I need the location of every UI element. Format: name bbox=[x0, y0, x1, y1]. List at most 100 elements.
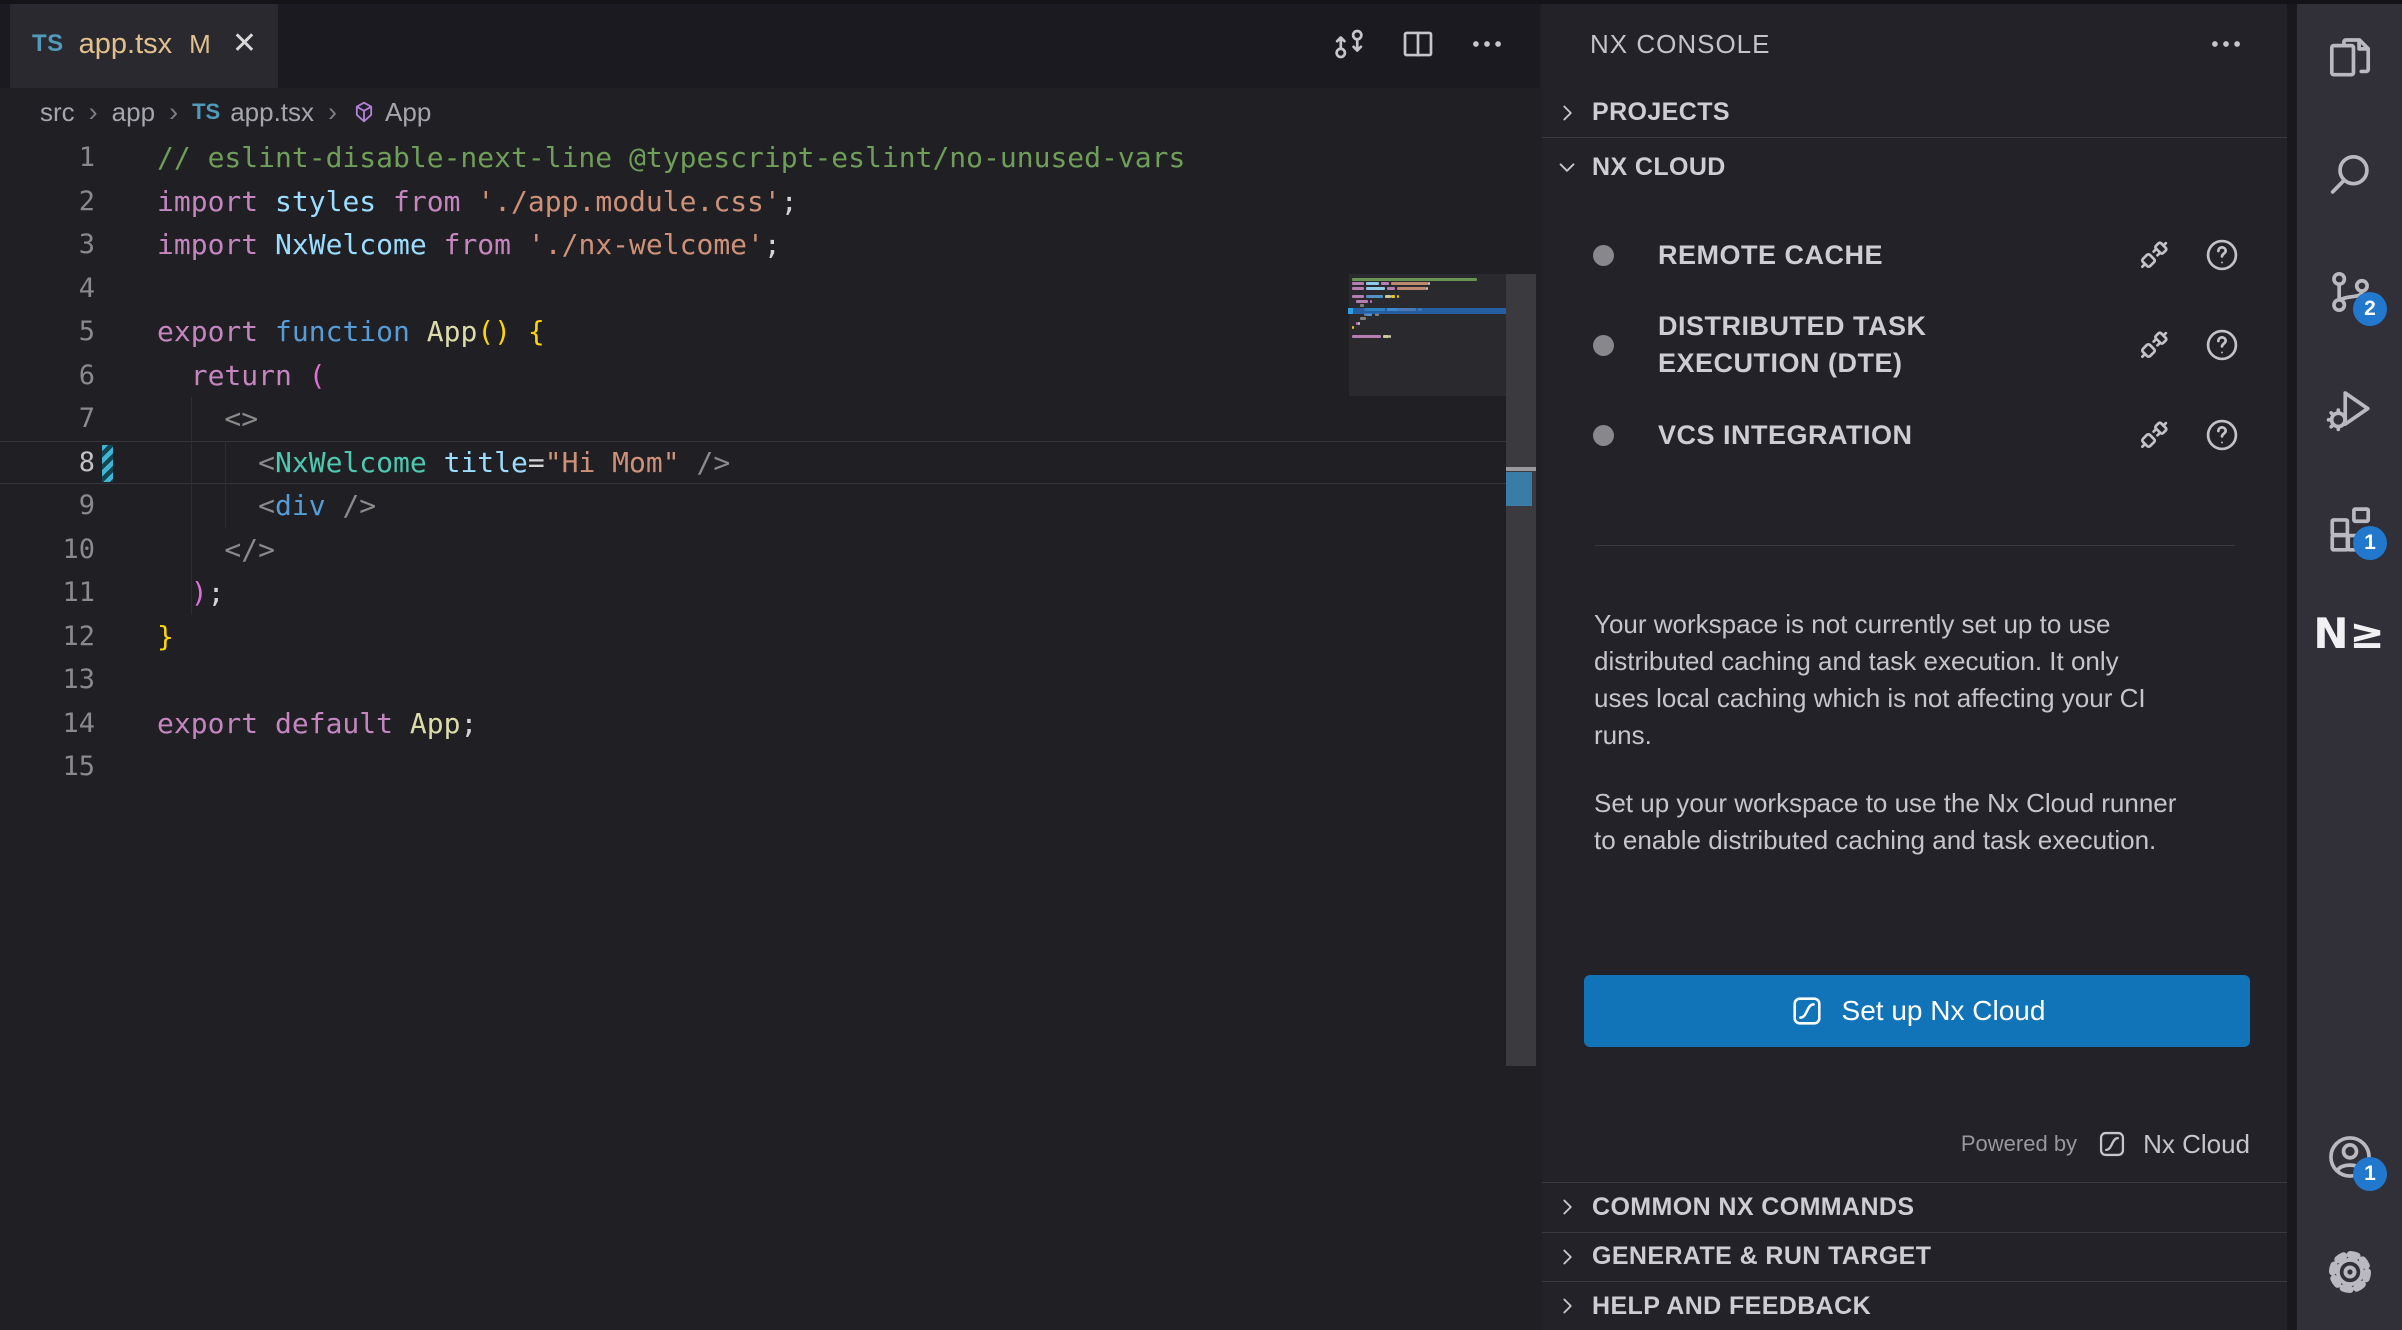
activity-item-source-control[interactable]: 2 bbox=[2297, 262, 2402, 322]
section-common-nx-commands[interactable]: COMMON NX COMMANDS bbox=[1542, 1182, 2287, 1232]
code-editor[interactable]: 1// eslint-disable-next-line @typescript… bbox=[0, 136, 1540, 1330]
window-top-border bbox=[0, 0, 2402, 4]
code-line-13[interactable]: 13 bbox=[0, 658, 1185, 702]
code-line-10[interactable]: 10 </> bbox=[0, 528, 1185, 572]
feature-label: REMOTE CACHE bbox=[1658, 237, 2018, 274]
chevron-down-icon bbox=[1554, 154, 1580, 180]
code-line-6[interactable]: 6 return ( bbox=[0, 354, 1185, 398]
nx-console-panel: NX CONSOLE PROJECTS NX CLOUD REMOTE CACH… bbox=[1542, 0, 2287, 1330]
code-line-8[interactable]: 8 <NxWelcome title="Hi Mom" /> bbox=[0, 441, 1185, 485]
line-number: 6 bbox=[0, 360, 95, 391]
code-line-14[interactable]: 14 export default App; bbox=[0, 702, 1185, 746]
line-number: 15 bbox=[0, 751, 95, 782]
section-label: GENERATE & RUN TARGET bbox=[1592, 1242, 1931, 1271]
breadcrumb-label: App bbox=[385, 97, 431, 128]
minimap[interactable] bbox=[1352, 278, 1506, 398]
code-line-11[interactable]: 11 ); bbox=[0, 571, 1185, 615]
editor-scrollbar[interactable] bbox=[1506, 274, 1536, 1066]
breadcrumb-item-app[interactable]: app bbox=[112, 97, 155, 128]
code-text: } bbox=[157, 620, 174, 653]
feature-row-vcs-integration: VCS INTEGRATION bbox=[1542, 402, 2287, 468]
code-line-15[interactable]: 15 bbox=[0, 745, 1185, 789]
code-text: <div /> bbox=[157, 489, 376, 522]
feature-row-remote-cache: REMOTE CACHE bbox=[1542, 222, 2287, 288]
status-bullet bbox=[1593, 425, 1614, 446]
description-paragraph: Your workspace is not currently set up t… bbox=[1594, 606, 2180, 754]
search-icon bbox=[2324, 149, 2376, 201]
chevron-right-icon bbox=[1554, 1194, 1580, 1220]
activity-item-search[interactable] bbox=[2297, 145, 2402, 205]
code-text: export function App() { bbox=[157, 315, 545, 348]
code-line-1[interactable]: 1// eslint-disable-next-line @typescript… bbox=[0, 136, 1185, 180]
code-text: export default App; bbox=[157, 707, 477, 740]
more-actions-icon[interactable] bbox=[1466, 23, 1508, 65]
feature-row-distributed-task-execution-dte-: DISTRIBUTED TASK EXECUTION (DTE) bbox=[1542, 296, 2287, 394]
modified-badge: M bbox=[189, 29, 211, 60]
badge-count: 1 bbox=[2353, 526, 2387, 560]
panel-more-actions-icon[interactable] bbox=[2205, 23, 2247, 65]
code-lines: 1// eslint-disable-next-line @typescript… bbox=[0, 136, 1185, 789]
badge-count: 2 bbox=[2353, 292, 2387, 326]
code-text: import styles from './app.module.css'; bbox=[157, 185, 798, 218]
tab-app-tsx[interactable]: TS app.tsx M ✕ bbox=[10, 0, 278, 88]
help-icon[interactable] bbox=[2203, 236, 2241, 274]
connect-icon[interactable] bbox=[2135, 236, 2173, 274]
powered-by-nx-cloud[interactable]: Powered by Nx Cloud bbox=[1961, 1122, 2250, 1166]
minimap-modified-marker bbox=[1348, 308, 1353, 314]
section-projects[interactable]: PROJECTS bbox=[1542, 88, 2287, 138]
breadcrumb-item-app[interactable]: App bbox=[351, 97, 431, 128]
code-line-4[interactable]: 4 bbox=[0, 267, 1185, 311]
code-line-2[interactable]: 2import styles from './app.module.css'; bbox=[0, 180, 1185, 224]
breadcrumb: src›app›TSapp.tsx›App bbox=[0, 88, 1540, 136]
activity-item-settings[interactable] bbox=[2297, 1242, 2402, 1302]
button-label: Set up Nx Cloud bbox=[1842, 995, 2046, 1027]
chevron-right-icon bbox=[1554, 100, 1580, 126]
section-generate-run-target[interactable]: GENERATE & RUN TARGET bbox=[1542, 1232, 2287, 1282]
modified-line-gutter-marker bbox=[102, 445, 113, 482]
line-number: 5 bbox=[0, 316, 95, 347]
section-label: PROJECTS bbox=[1592, 98, 1730, 127]
code-line-5[interactable]: 5 export function App() { bbox=[0, 310, 1185, 354]
overview-ruler-line bbox=[1506, 467, 1536, 471]
panel-title: NX CONSOLE bbox=[1590, 29, 1771, 60]
breadcrumb-item-src[interactable]: src bbox=[40, 97, 75, 128]
line-number: 8 bbox=[0, 447, 95, 478]
code-text: <> bbox=[157, 402, 258, 435]
close-tab-icon[interactable]: ✕ bbox=[232, 29, 257, 59]
status-bullet bbox=[1593, 245, 1614, 266]
code-line-3[interactable]: 3import NxWelcome from './nx-welcome'; bbox=[0, 223, 1185, 267]
connect-icon[interactable] bbox=[2135, 416, 2173, 454]
activity-item-account[interactable]: 1 bbox=[2297, 1127, 2402, 1187]
gear-icon bbox=[2324, 1246, 2376, 1298]
code-line-12[interactable]: 12} bbox=[0, 615, 1185, 659]
code-line-7[interactable]: 7 <> bbox=[0, 397, 1185, 441]
activity-item-nx-console[interactable]: N≥ bbox=[2297, 603, 2402, 663]
breadcrumb-item-app-tsx[interactable]: TSapp.tsx bbox=[192, 97, 314, 128]
activity-item-extensions[interactable]: 1 bbox=[2297, 496, 2402, 556]
feature-label: VCS INTEGRATION bbox=[1658, 417, 2018, 454]
line-number: 14 bbox=[0, 708, 95, 739]
section-help-and-feedback[interactable]: HELP AND FEEDBACK bbox=[1542, 1281, 2287, 1330]
editor-group: TS app.tsx M ✕ src›app›TSapp.tsx›App 1//… bbox=[0, 0, 1540, 1330]
nx-cloud-brand-label: Nx Cloud bbox=[2143, 1129, 2250, 1160]
connect-icon[interactable] bbox=[2135, 326, 2173, 364]
breadcrumb-label: app bbox=[112, 97, 155, 128]
breadcrumb-label: src bbox=[40, 97, 75, 128]
feature-label: DISTRIBUTED TASK EXECUTION (DTE) bbox=[1658, 308, 2018, 382]
line-number: 12 bbox=[0, 621, 95, 652]
code-text: return ( bbox=[157, 359, 326, 392]
nx-cloud-logo-icon bbox=[1789, 993, 1825, 1029]
nx-icon: N≥ bbox=[2313, 609, 2385, 658]
help-icon[interactable] bbox=[2203, 416, 2241, 454]
help-icon[interactable] bbox=[2203, 326, 2241, 364]
section-nx-cloud[interactable]: NX CLOUD bbox=[1542, 139, 2287, 195]
code-line-9[interactable]: 9 <div /> bbox=[0, 484, 1185, 528]
open-changes-icon[interactable] bbox=[1328, 23, 1370, 65]
code-text: </> bbox=[157, 533, 275, 566]
tab-filename: app.tsx bbox=[79, 28, 173, 61]
activity-item-run-debug[interactable] bbox=[2297, 379, 2402, 439]
activity-item-explorer[interactable] bbox=[2297, 28, 2402, 88]
split-editor-icon[interactable] bbox=[1397, 23, 1439, 65]
feature-actions bbox=[2135, 236, 2241, 274]
setup-nx-cloud-button[interactable]: Set up Nx Cloud bbox=[1584, 975, 2250, 1047]
